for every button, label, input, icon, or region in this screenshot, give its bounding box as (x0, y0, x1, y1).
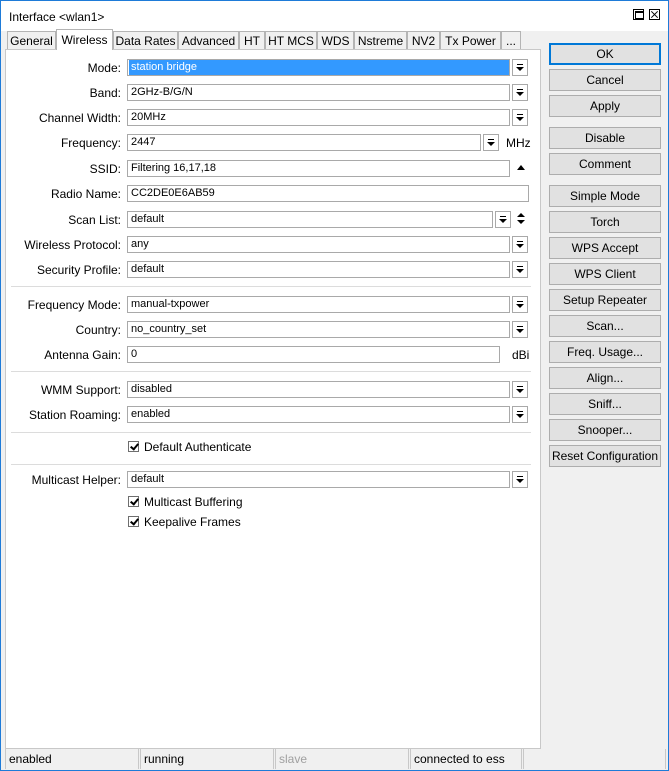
ssid-label: SSID: (89, 162, 121, 176)
align-button[interactable]: Align... (549, 367, 661, 389)
tab-data-rates[interactable]: Data Rates (113, 31, 178, 49)
wireless-protocol-label: Wireless Protocol: (24, 238, 121, 252)
band-label: Band: (89, 86, 121, 100)
separator (11, 432, 531, 433)
multicast-helper-select[interactable]: default (127, 471, 510, 488)
radio-name-input[interactable]: CC2DE0E6AB59 (127, 185, 529, 202)
multicast-helper-label: Multicast Helper: (31, 473, 121, 487)
security-profile-select[interactable]: default (127, 261, 510, 278)
multicast-buffering-checkbox[interactable] (128, 496, 139, 507)
station-roaming-label: Station Roaming: (28, 408, 121, 422)
status-enabled: enabled (5, 749, 139, 769)
antenna-gain-input[interactable]: 0 (127, 346, 500, 363)
separator (11, 286, 531, 287)
frequency-mode-select[interactable]: manual-txpower (127, 296, 510, 313)
wireless-tab-panel (5, 49, 541, 749)
wps-accept-button[interactable]: WPS Accept (549, 237, 661, 259)
band-select[interactable]: 2GHz-B/G/N (127, 84, 510, 101)
disable-button[interactable]: Disable (549, 127, 661, 149)
tab-tx-power[interactable]: Tx Power (440, 31, 501, 49)
sniff-button[interactable]: Sniff... (549, 393, 661, 415)
tab-nstreme[interactable]: Nstreme (354, 31, 407, 49)
tab-general[interactable]: General (7, 31, 56, 49)
wmm-support-dropdown-icon[interactable] (512, 381, 528, 398)
ssid-input[interactable]: Filtering 16,17,18 (127, 160, 510, 177)
multicast-buffering-label: Multicast Buffering (144, 495, 243, 509)
snooper-button[interactable]: Snooper... (549, 419, 661, 441)
wireless-protocol-dropdown-icon[interactable] (512, 236, 528, 253)
scan-list-updown-icon[interactable] (515, 211, 527, 228)
mode-value: station bridge (129, 60, 509, 75)
default-authenticate-label: Default Authenticate (144, 440, 252, 454)
status-slave: slave (275, 749, 409, 769)
tab-ht-mcs[interactable]: HT MCS (265, 31, 317, 49)
security-profile-dropdown-icon[interactable] (512, 261, 528, 278)
frequency-dropdown-icon[interactable] (483, 134, 499, 151)
scan-list-dropdown-icon[interactable] (495, 211, 511, 228)
station-roaming-select[interactable]: enabled (127, 406, 510, 423)
tab-ht[interactable]: HT (239, 31, 265, 49)
mode-dropdown-icon[interactable] (512, 59, 528, 76)
multicast-helper-dropdown-icon[interactable] (512, 471, 528, 488)
frequency-select[interactable]: 2447 (127, 134, 481, 151)
wmm-support-select[interactable]: disabled (127, 381, 510, 398)
channel-width-select[interactable]: 20MHz (127, 109, 510, 126)
interface-window: Interface <wlan1> General Wireless Data … (0, 0, 669, 771)
separator (11, 371, 531, 372)
torch-button[interactable]: Torch (549, 211, 661, 233)
channel-width-label: Channel Width: (38, 111, 121, 125)
wmm-support-label: WMM Support: (40, 383, 121, 397)
radio-name-label: Radio Name: (50, 187, 121, 201)
close-icon[interactable] (649, 9, 660, 20)
mode-select[interactable]: station bridge (127, 59, 510, 76)
scan-button[interactable]: Scan... (549, 315, 661, 337)
tab-wireless[interactable]: Wireless (56, 29, 113, 50)
scan-list-select[interactable]: default (127, 211, 493, 228)
ok-button[interactable]: OK (549, 43, 661, 65)
tab-wds[interactable]: WDS (317, 31, 354, 49)
frequency-mode-label: Frequency Mode: (27, 298, 121, 312)
tab-nv2[interactable]: NV2 (407, 31, 440, 49)
band-dropdown-icon[interactable] (512, 84, 528, 101)
cancel-button[interactable]: Cancel (549, 69, 661, 91)
scan-list-label: Scan List: (68, 213, 121, 227)
frequency-unit: MHz (506, 136, 531, 150)
setup-repeater-button[interactable]: Setup Repeater (549, 289, 661, 311)
ssid-collapse-icon[interactable] (515, 160, 527, 177)
reset-configuration-button[interactable]: Reset Configuration (549, 445, 661, 467)
status-running: running (140, 749, 274, 769)
country-select[interactable]: no_country_set (127, 321, 510, 338)
keepalive-frames-label: Keepalive Frames (144, 515, 241, 529)
simple-mode-button[interactable]: Simple Mode (549, 185, 661, 207)
freq-usage-button[interactable]: Freq. Usage... (549, 341, 661, 363)
frequency-label: Frequency: (60, 136, 121, 150)
title-bar[interactable]: Interface <wlan1> (1, 1, 668, 31)
antenna-gain-label: Antenna Gain: (44, 348, 121, 362)
apply-button[interactable]: Apply (549, 95, 661, 117)
window-title: Interface <wlan1> (9, 10, 105, 24)
wps-client-button[interactable]: WPS Client (549, 263, 661, 285)
mode-label: Mode: (87, 61, 121, 75)
status-empty (523, 749, 666, 769)
status-connection: connected to ess (410, 749, 522, 769)
comment-button[interactable]: Comment (549, 153, 661, 175)
wireless-protocol-select[interactable]: any (127, 236, 510, 253)
channel-width-dropdown-icon[interactable] (512, 109, 528, 126)
restore-icon[interactable] (633, 9, 644, 20)
antenna-gain-unit: dBi (512, 348, 530, 362)
tab-more[interactable]: ... (501, 31, 521, 49)
country-label: Country: (75, 323, 121, 337)
station-roaming-dropdown-icon[interactable] (512, 406, 528, 423)
tab-advanced[interactable]: Advanced (178, 31, 239, 49)
country-dropdown-icon[interactable] (512, 321, 528, 338)
frequency-mode-dropdown-icon[interactable] (512, 296, 528, 313)
security-profile-label: Security Profile: (36, 263, 121, 277)
default-authenticate-checkbox[interactable] (128, 441, 139, 452)
separator (11, 464, 531, 465)
keepalive-frames-checkbox[interactable] (128, 516, 139, 527)
